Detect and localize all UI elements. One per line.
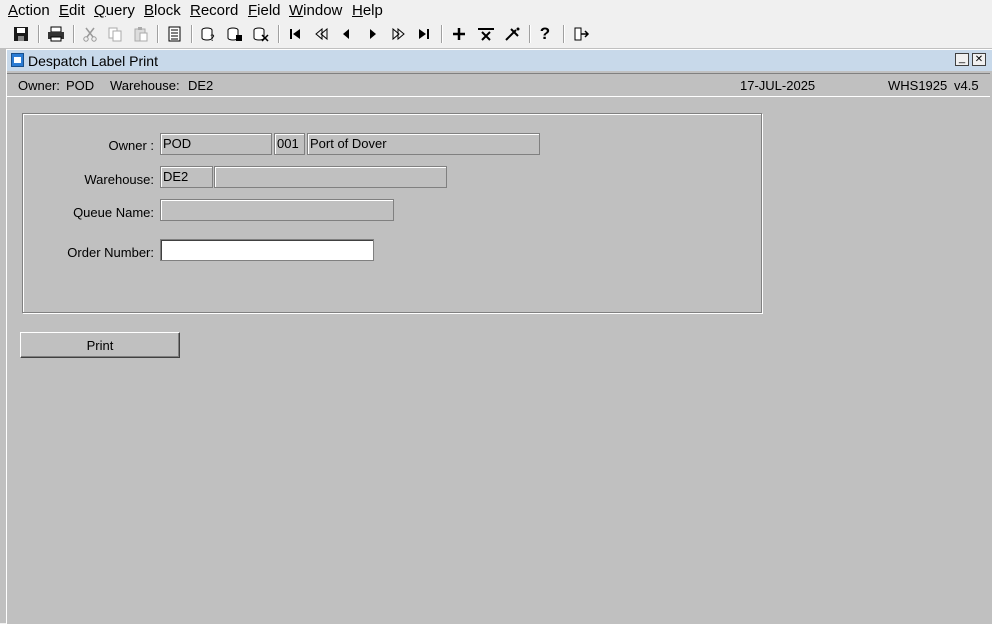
clear-record-icon[interactable]: [501, 23, 523, 45]
print-icon[interactable]: [45, 23, 67, 45]
context-warehouse-value: DE2: [188, 78, 214, 93]
print-button[interactable]: Print: [20, 332, 180, 358]
context-warehouse-label: Warehouse:: [110, 78, 180, 93]
toolbar-separator: [278, 25, 280, 43]
insert-record-icon[interactable]: [448, 23, 470, 45]
next-set-icon[interactable]: [388, 23, 410, 45]
owner-label: Owner :: [108, 138, 154, 153]
toolbar-separator: [191, 25, 193, 43]
cut-icon[interactable]: [79, 23, 101, 45]
previous-record-icon[interactable]: [335, 23, 357, 45]
queue-name-label: Queue Name:: [73, 205, 154, 220]
svg-text:?: ?: [210, 34, 215, 42]
queue-name-field[interactable]: [160, 199, 394, 221]
last-record-icon[interactable]: [413, 23, 435, 45]
warehouse-label: Warehouse:: [84, 172, 154, 187]
window-title: Despatch Label Print: [28, 53, 158, 69]
menu-bar: Action Edit Query Block Record Field Win…: [0, 0, 992, 22]
context-module: WHS1925: [888, 78, 948, 93]
cancel-query-icon[interactable]: [250, 23, 272, 45]
list-icon[interactable]: [163, 23, 185, 45]
menu-help[interactable]: Help: [352, 2, 383, 20]
toolbar-separator: [529, 25, 531, 43]
first-record-icon[interactable]: [284, 23, 306, 45]
minimize-button[interactable]: _: [955, 52, 969, 66]
owner-code-field[interactable]: POD: [160, 133, 272, 155]
form-icon: [11, 53, 24, 67]
remove-record-icon[interactable]: [475, 23, 497, 45]
owner-name-field[interactable]: Port of Dover: [307, 133, 540, 155]
toolbar-separator: [73, 25, 75, 43]
paste-icon[interactable]: [130, 23, 152, 45]
context-bar: Owner: POD Warehouse: DE2 17-JUL-2025 WH…: [7, 73, 990, 97]
order-number-label: Order Number:: [67, 245, 154, 260]
close-button[interactable]: ✕: [972, 53, 986, 66]
help-icon[interactable]: ?: [534, 23, 556, 45]
context-owner-label: Owner:: [18, 78, 60, 93]
toolbar-separator: [441, 25, 443, 43]
save-icon[interactable]: [10, 23, 32, 45]
menu-edit[interactable]: Edit: [59, 2, 85, 20]
exit-icon[interactable]: [570, 23, 592, 45]
menu-action[interactable]: Action: [8, 2, 50, 20]
menu-query[interactable]: Query: [94, 2, 135, 20]
warehouse-code-field[interactable]: DE2: [160, 166, 213, 188]
context-date: 17-JUL-2025: [740, 78, 816, 93]
copy-icon[interactable]: [104, 23, 126, 45]
enter-query-icon[interactable]: ?: [198, 23, 220, 45]
toolbar: ? ?: [0, 22, 992, 48]
context-version: v4.5: [954, 78, 979, 93]
toolbar-separator: [563, 25, 565, 43]
previous-set-icon[interactable]: [310, 23, 332, 45]
toolbar-separator: [157, 25, 159, 43]
menu-window[interactable]: Window: [289, 2, 342, 20]
toolbar-separator: [38, 25, 40, 43]
execute-query-icon[interactable]: [224, 23, 246, 45]
menu-block[interactable]: Block: [144, 2, 181, 20]
menu-field[interactable]: Field: [248, 2, 281, 20]
owner-number-field[interactable]: 001: [274, 133, 305, 155]
order-number-input[interactable]: [160, 239, 374, 261]
menu-record[interactable]: Record: [190, 2, 238, 20]
context-owner-value: POD: [66, 78, 95, 93]
warehouse-name-field[interactable]: [214, 166, 447, 188]
form-window: Despatch Label Print _ ✕ Owner: POD Ware…: [6, 49, 992, 624]
window-titlebar[interactable]: Despatch Label Print _ ✕: [7, 50, 992, 71]
next-record-icon[interactable]: [362, 23, 384, 45]
